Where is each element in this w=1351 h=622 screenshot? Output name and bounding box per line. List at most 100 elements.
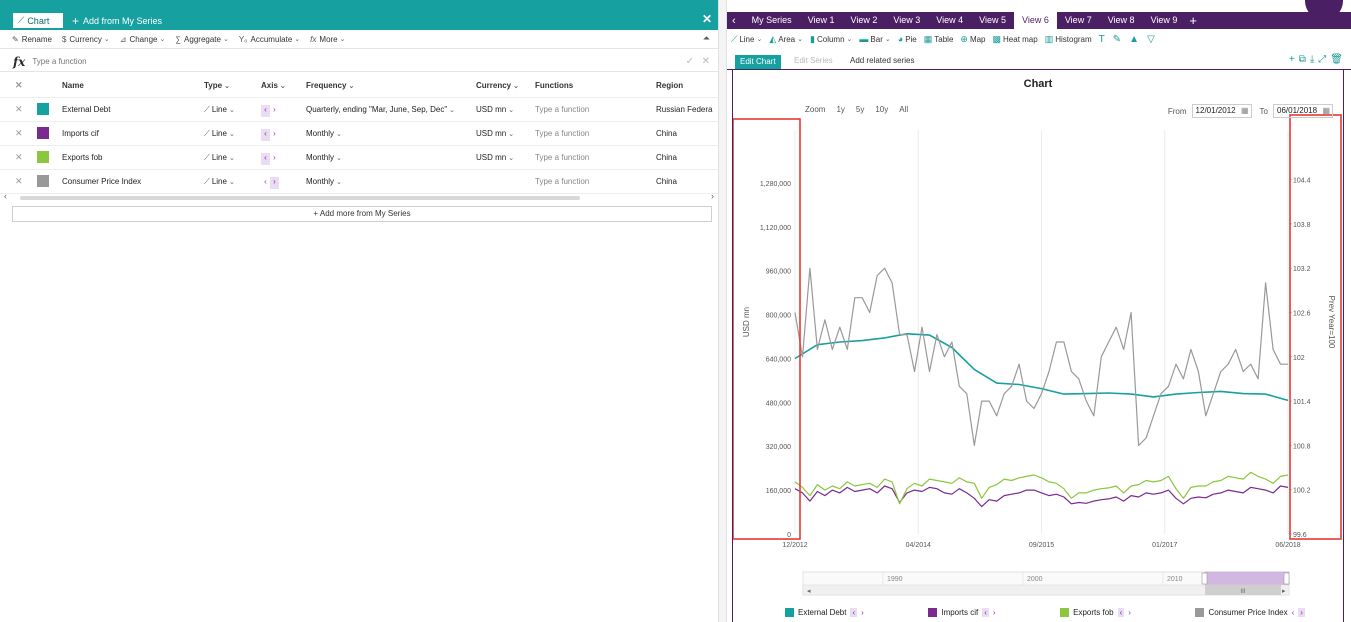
navigator-handle-right[interactable] [1283, 572, 1290, 585]
series-name[interactable]: External Debt [62, 105, 110, 114]
series-type-dropdown[interactable]: ⟋ Line ⌄ [204, 105, 235, 115]
collapse-icon[interactable]: ⏶ [703, 33, 710, 44]
scrollbar-thumb[interactable] [20, 196, 580, 200]
remove-series-icon[interactable]: ✕ [15, 128, 23, 139]
chart-type-histogram[interactable]: ▥ Histogram [1045, 34, 1092, 45]
frequency-dropdown[interactable]: Monthly ⌄ [306, 129, 342, 138]
chart-type-map[interactable]: ⊕ Map [960, 34, 985, 45]
cancel-icon[interactable]: ✕ [702, 56, 710, 67]
axis-right-icon[interactable]: › [270, 177, 279, 189]
frequency-dropdown[interactable]: Quarterly, ending "Mar, June, Sep, Dec" ⌄ [306, 105, 455, 114]
series-type-dropdown[interactable]: ⟋ Line ⌄ [204, 129, 235, 139]
frequency-dropdown[interactable]: Monthly ⌄ [306, 177, 342, 186]
axis-right-icon[interactable]: › [270, 153, 279, 165]
add-icon[interactable]: + [1289, 54, 1295, 65]
copy-icon[interactable]: ⧉ [1299, 54, 1306, 65]
axis-toggle[interactable]: ‹ › [261, 105, 279, 117]
legend-item[interactable]: Consumer Price Index ‹ › [1195, 605, 1305, 619]
currency-dropdown[interactable]: USD mn ⌄ [476, 129, 514, 138]
axis-right-icon[interactable]: › [270, 105, 279, 117]
change-dropdown[interactable]: ⊿ Change ⌄ [120, 35, 166, 44]
tab-my-series[interactable]: My Series [744, 12, 800, 29]
axis-left-icon[interactable]: ‹ [1117, 607, 1125, 617]
axis-left-icon[interactable]: ‹ [261, 177, 270, 189]
zoom-5y-button[interactable]: 5y [856, 105, 864, 114]
function-input[interactable] [32, 57, 633, 66]
chart-type-column[interactable]: ▮ Column ⌄ [810, 34, 852, 45]
remove-all-icon[interactable]: ✕ [15, 80, 23, 91]
chart-type-bar[interactable]: ▬ Bar ⌄ [859, 34, 890, 45]
text-tool-icon[interactable]: T [1099, 34, 1105, 45]
table-row[interactable]: ✕ External Debt ⟋ Line ⌄ ‹ › Quarterly, en… [0, 98, 718, 122]
remove-series-icon[interactable]: ✕ [15, 104, 23, 115]
edit-chart-tab[interactable]: Edit Chart [735, 55, 781, 69]
series-color-swatch[interactable] [37, 103, 49, 115]
axis-left-icon[interactable]: ‹ [261, 129, 270, 141]
tab-view-5[interactable]: View 5 [971, 12, 1014, 29]
axis-left-icon[interactable]: ‹ [1292, 608, 1295, 617]
add-more-button[interactable]: + Add more from My Series [12, 206, 712, 222]
chart-type-line[interactable]: ⟋ Line ⌄ [731, 34, 762, 45]
tab-view-7[interactable]: View 7 [1057, 12, 1100, 29]
accumulate-dropdown[interactable]: Y₀ Accumulate ⌄ [239, 35, 300, 44]
navigator-right-arrow[interactable]: ▸ [1282, 588, 1286, 595]
tab-view-4[interactable]: View 4 [928, 12, 971, 29]
currency-dropdown[interactable]: USD mn ⌄ [476, 153, 514, 162]
tab-view-3[interactable]: View 3 [885, 12, 928, 29]
download-icon[interactable]: ⤓ [1310, 54, 1314, 65]
navigator-left-arrow[interactable]: ◂ [807, 588, 811, 595]
series-type-dropdown[interactable]: ⟋ Line ⌄ [204, 153, 235, 163]
axis-left-icon[interactable]: ‹ [982, 607, 989, 617]
check-icon[interactable]: ✓ [686, 56, 694, 67]
more-dropdown[interactable]: fx More ⌄ [310, 35, 345, 44]
back-chevron-icon[interactable]: ‹ [732, 15, 736, 27]
series-name[interactable]: Imports cif [62, 129, 99, 138]
panel-splitter[interactable] [718, 0, 727, 622]
axis-right-icon[interactable]: › [1298, 607, 1305, 617]
axis-right-icon[interactable]: › [861, 608, 864, 617]
rename-button[interactable]: ✎ Rename [12, 35, 52, 44]
remove-series-icon[interactable]: ✕ [15, 176, 23, 187]
function-cell[interactable]: Type a function [535, 129, 589, 138]
close-icon[interactable]: ✕ [702, 12, 712, 26]
axis-left-icon[interactable]: ‹ [261, 105, 270, 117]
navigator-handle-left[interactable] [1201, 572, 1208, 585]
scroll-right-icon[interactable]: › [711, 191, 714, 201]
remove-series-icon[interactable]: ✕ [15, 152, 23, 163]
header-axis[interactable]: Axis ⌄ [261, 81, 286, 90]
function-cell[interactable]: Type a function [535, 153, 589, 162]
zoom-all-button[interactable]: All [899, 105, 908, 114]
expand-icon[interactable]: ⤢ [1318, 54, 1326, 65]
aggregate-dropdown[interactable]: ∑ Aggregate ⌄ [175, 35, 229, 44]
series-color-swatch[interactable] [37, 151, 49, 163]
tab-chart[interactable]: ⟋ Chart [13, 13, 63, 28]
header-currency[interactable]: Currency ⌄ [476, 81, 519, 90]
legend-item[interactable]: Imports cif ‹ › [928, 605, 996, 619]
chart-type-pie[interactable]: ◕ Pie [898, 34, 917, 45]
table-horizontal-scrollbar[interactable]: ‹ › [4, 191, 714, 202]
header-frequency[interactable]: Frequency ⌄ [306, 81, 354, 90]
legend-item[interactable]: External Debt ‹ › [785, 605, 864, 619]
series-name[interactable]: Exports fob [62, 153, 102, 162]
user-menu-corner[interactable] [1305, 0, 1343, 20]
tab-view-1[interactable]: View 1 [800, 12, 843, 29]
zoom-1y-button[interactable]: 1y [836, 105, 844, 114]
currency-dropdown[interactable]: USD mn ⌄ [476, 105, 514, 114]
tab-view-2[interactable]: View 2 [843, 12, 886, 29]
axis-toggle[interactable]: ‹ › [261, 153, 279, 165]
add-related-series-tab[interactable]: Add related series [850, 56, 914, 65]
series-color-swatch[interactable] [37, 127, 49, 139]
from-date-input[interactable]: 12/01/2012 ▦ [1191, 104, 1252, 118]
currency-dropdown[interactable]: $ Currency ⌄ [62, 35, 110, 44]
zoom-10y-button[interactable]: 10y [875, 105, 888, 114]
add-from-my-series-tab[interactable]: + Add from My Series [72, 13, 162, 28]
scroll-left-icon[interactable]: ‹ [4, 191, 7, 201]
chart-type-heat-map[interactable]: ▩ Heat map [993, 34, 1038, 45]
series-type-dropdown[interactable]: ⟋ Line ⌄ [204, 177, 235, 187]
axis-toggle[interactable]: ‹ › [261, 177, 279, 189]
table-row[interactable]: ✕ Imports cif ⟋ Line ⌄ ‹ › Monthly ⌄ USD mn… [0, 122, 718, 146]
axis-right-icon[interactable]: › [993, 608, 996, 617]
to-date-input[interactable]: 06/01/2018 ▦ [1273, 104, 1333, 118]
tab-view-8[interactable]: View 8 [1100, 12, 1143, 29]
table-row[interactable]: ✕ Exports fob ⟋ Line ⌄ ‹ › Monthly ⌄ USD mn… [0, 146, 718, 170]
